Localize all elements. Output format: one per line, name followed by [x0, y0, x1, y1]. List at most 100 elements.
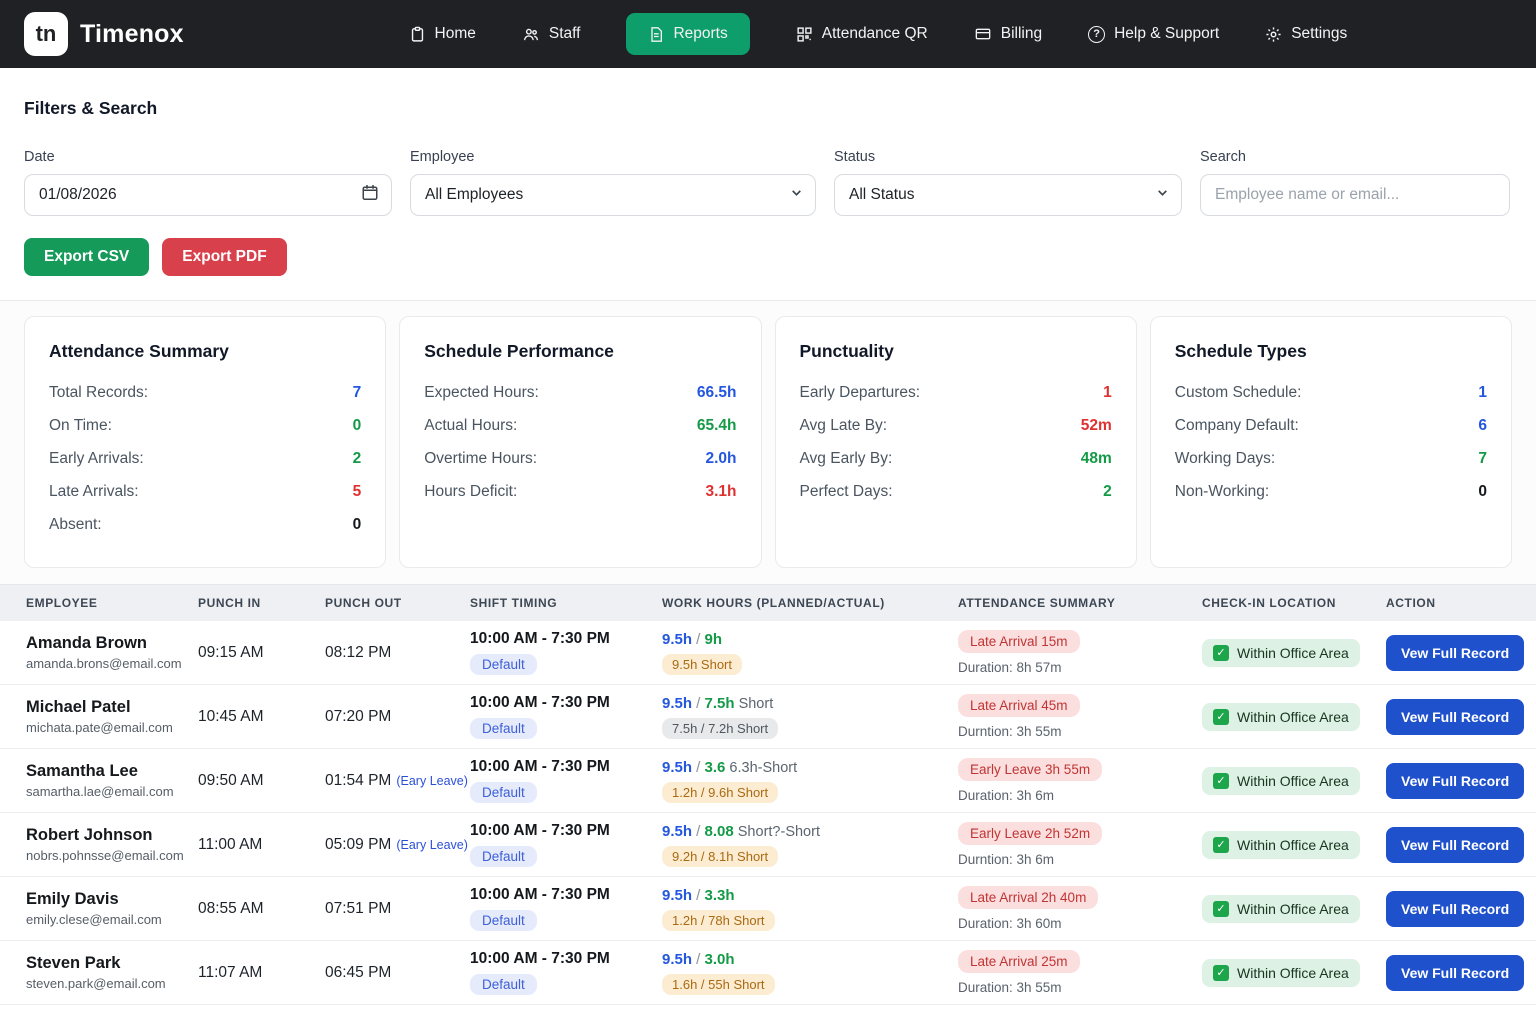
- stat-label: Early Departures:: [800, 384, 921, 402]
- location-text: Within Office Area: [1237, 645, 1349, 661]
- shift-time: 10:00 AM - 7:30 PM: [470, 694, 660, 712]
- duration-text: Duration: 3h 6m: [958, 788, 1200, 803]
- view-full-record-button[interactable]: Vew Full Record: [1386, 891, 1524, 927]
- check-icon: ✓: [1213, 773, 1229, 789]
- view-full-record-button[interactable]: Vew Full Record: [1386, 635, 1524, 671]
- attendance-badge: Late Arrival 15m: [958, 630, 1080, 653]
- employee-email: nobrs.pohnsse@email.com: [26, 848, 196, 863]
- shift-time: 10:00 AM - 7:30 PM: [470, 886, 660, 904]
- location-text: Within Office Area: [1237, 837, 1349, 853]
- status-label: Status: [834, 149, 1182, 165]
- punch-in: 09:15 AM: [196, 644, 323, 662]
- nav-item-billing[interactable]: Billing: [974, 25, 1042, 43]
- stat-label: Company Default:: [1175, 417, 1299, 435]
- punch-in: 10:45 AM: [196, 708, 323, 726]
- search-input[interactable]: [1215, 186, 1495, 204]
- location-badge: ✓Within Office Area: [1202, 959, 1360, 987]
- export-csv-button[interactable]: Export CSV: [24, 238, 149, 276]
- hours-separator: /: [692, 631, 705, 648]
- punch-in: 11:00 AM: [196, 836, 323, 854]
- shift-type-badge: Default: [470, 846, 537, 867]
- planned-hours: 9.5h: [662, 823, 692, 840]
- duration-text: Duration: 3h 55m: [958, 980, 1200, 995]
- nav-item-attendance-qr[interactable]: Attendance QR: [796, 25, 928, 43]
- brand-name: Timenox: [80, 20, 184, 49]
- table-header: EMPLOYEE PUNCH IN PUNCH OUT SHIFT TIMING…: [0, 584, 1536, 621]
- stat-label: Overtime Hours:: [424, 450, 537, 468]
- gear-icon: [1265, 26, 1282, 43]
- stat-label: Late Arrivals:: [49, 483, 139, 501]
- brand[interactable]: tn Timenox: [24, 12, 184, 56]
- date-input[interactable]: [39, 186, 377, 204]
- filters-section: Filters & Search Date Employee All Emplo…: [0, 68, 1536, 301]
- view-full-record-button[interactable]: Vew Full Record: [1386, 955, 1524, 991]
- punch-out: 05:09 PM: [325, 836, 391, 853]
- attendance-badge: Late Arrival 45m: [958, 694, 1080, 717]
- punch-out: 06:45 PM: [325, 964, 391, 981]
- stat-value: 2: [353, 450, 362, 468]
- stat-label: Absent:: [49, 516, 102, 534]
- work-hours-badge: 1.6h / 55h Short: [662, 974, 775, 995]
- stat-label: Expected Hours:: [424, 384, 539, 402]
- status-select[interactable]: All Status: [834, 174, 1182, 216]
- view-full-record-button[interactable]: Vew Full Record: [1386, 699, 1524, 735]
- export-pdf-button[interactable]: Export PDF: [162, 238, 286, 276]
- duration-text: Duration: 3h 60m: [958, 916, 1200, 931]
- location-badge: ✓Within Office Area: [1202, 703, 1360, 731]
- duration-text: Durntion: 3h 6m: [958, 852, 1200, 867]
- stat-value: 7: [353, 384, 362, 402]
- view-full-record-button[interactable]: Vew Full Record: [1386, 763, 1524, 799]
- stat-label: Non-Working:: [1175, 483, 1269, 501]
- employee-select[interactable]: All Employees: [410, 174, 816, 216]
- nav-item-home[interactable]: Home: [409, 25, 476, 43]
- employee-email: steven.park@email.com: [26, 976, 196, 991]
- check-icon: ✓: [1213, 837, 1229, 853]
- stat-label: Avg Early By:: [800, 450, 893, 468]
- actual-hours: 3.3h: [705, 887, 735, 904]
- check-icon: ✓: [1213, 901, 1229, 917]
- col-checkin-location: CHECK-IN LOCATION: [1200, 585, 1384, 621]
- stat-label: Early Arrivals:: [49, 450, 144, 468]
- employee-filter: Employee All Employees: [410, 149, 816, 216]
- stat-label: On Time:: [49, 417, 112, 435]
- card-title: Attendance Summary: [49, 341, 361, 362]
- col-employee: EMPLOYEE: [24, 585, 196, 621]
- stat-label: Avg Late By:: [800, 417, 888, 435]
- employee-name: Samantha Lee: [26, 762, 196, 781]
- employee-name: Steven Park: [26, 954, 196, 973]
- actual-hours: 8.08: [705, 823, 734, 840]
- nav-item-label: Home: [435, 25, 476, 43]
- brand-logo: tn: [24, 12, 68, 56]
- work-hours-badge: 1.2h / 78h Short: [662, 910, 775, 931]
- stat-value: 52m: [1081, 417, 1112, 435]
- early-leave-tag: (Eary Leave): [396, 838, 468, 852]
- stat-value: 3.1h: [705, 483, 736, 501]
- calendar-icon[interactable]: [361, 184, 379, 207]
- view-full-record-button[interactable]: Vew Full Record: [1386, 827, 1524, 863]
- nav-item-settings[interactable]: Settings: [1265, 25, 1347, 43]
- planned-hours: 9.5h: [662, 631, 692, 648]
- hours-separator: /: [692, 823, 705, 840]
- nav-item-reports[interactable]: Reports: [626, 13, 749, 55]
- stat-label: Hours Deficit:: [424, 483, 517, 501]
- hours-separator: /: [692, 759, 705, 776]
- shift-type-badge: Default: [470, 910, 537, 931]
- actual-hours: 7.5h: [705, 695, 735, 712]
- col-shift-timing: SHIFT TIMING: [468, 585, 660, 621]
- nav-item-staff[interactable]: Staff: [522, 25, 581, 43]
- attendance-badge: Early Leave 2h 52m: [958, 822, 1102, 845]
- employee-name: Emily Davis: [26, 890, 196, 909]
- stat-value: 0: [353, 516, 362, 534]
- status-select-value: All Status: [849, 186, 914, 204]
- location-text: Within Office Area: [1237, 773, 1349, 789]
- table-row: Samantha Leesamartha.lae@email.com 09:50…: [0, 749, 1536, 813]
- card-schedule-types: Schedule Types Custom Schedule:1 Company…: [1150, 316, 1512, 568]
- nav-item-help-support[interactable]: ? Help & Support: [1088, 25, 1219, 43]
- duration-text: Durntion: 3h 55m: [958, 724, 1200, 739]
- employee-name: Michael Patel: [26, 698, 196, 717]
- table-row: Steven Parksteven.park@email.com 11:07 A…: [0, 941, 1536, 1005]
- hours-suffix: 6.3h-Short: [725, 760, 797, 776]
- stat-value: 1: [1478, 384, 1487, 402]
- punch-out: 01:54 PM: [325, 772, 391, 789]
- hours-separator: /: [692, 695, 705, 712]
